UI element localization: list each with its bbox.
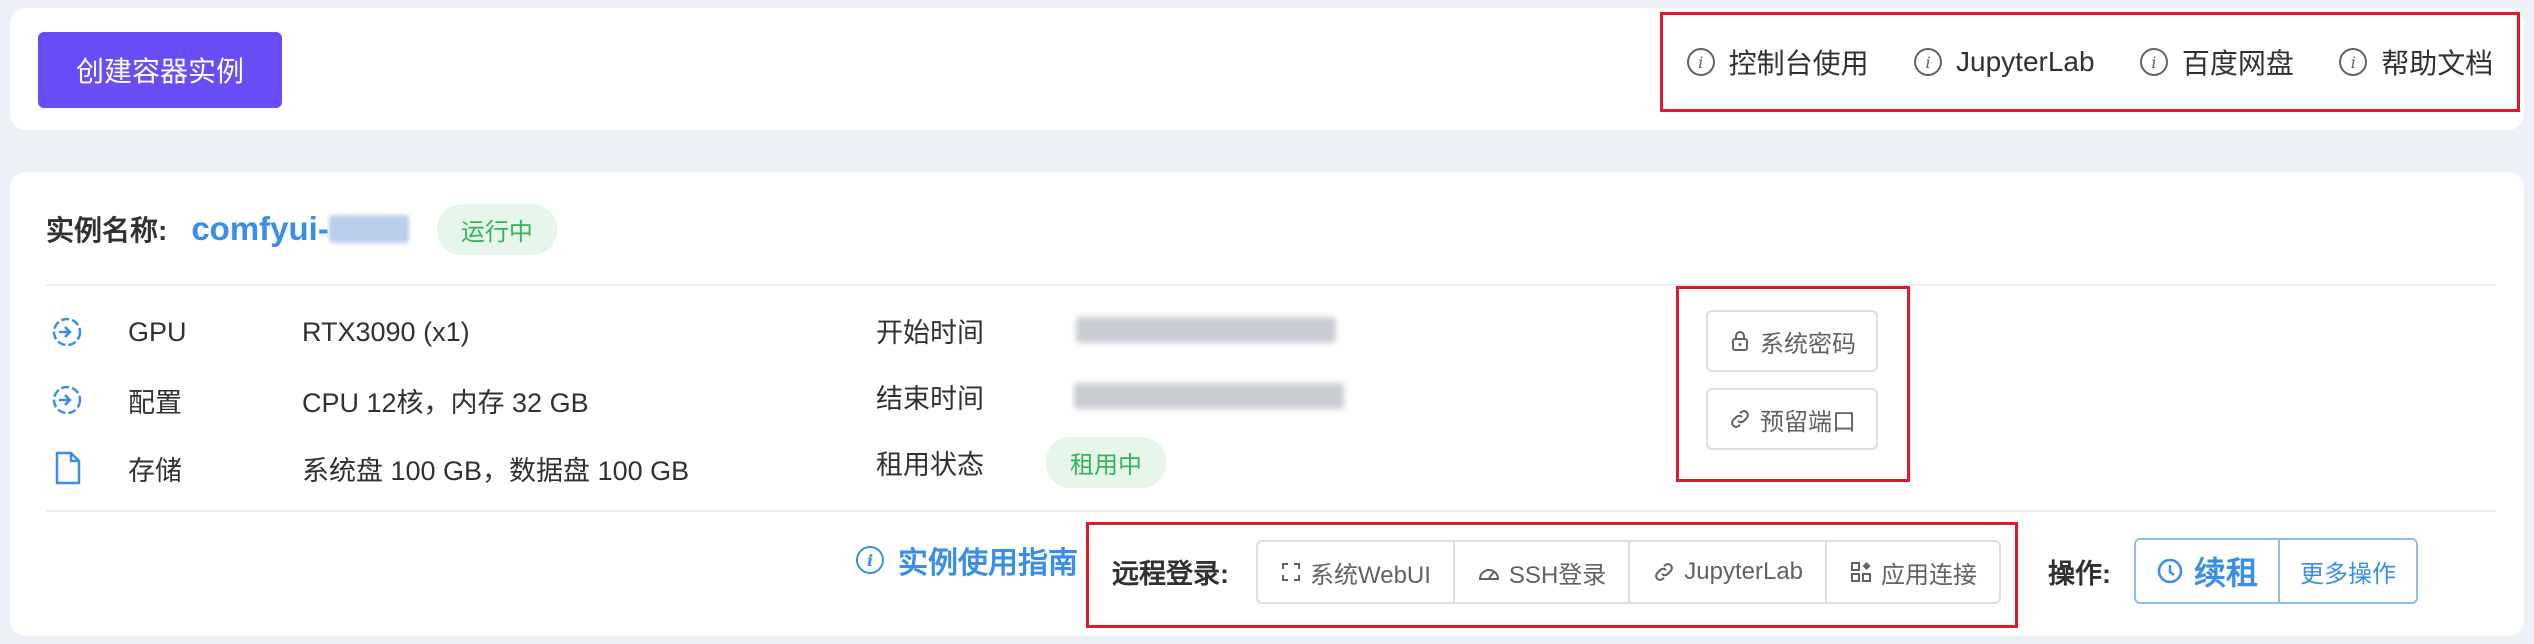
instance-name-link[interactable]: comfyui- <box>191 210 329 248</box>
operations-label: 操作: <box>2048 559 2111 589</box>
spec-label: GPU <box>128 316 187 347</box>
info-icon: i <box>1686 48 1715 76</box>
instance-name-label: 实例名称: <box>46 215 168 246</box>
spec-value: CPU 12核，内存 32 GB <box>302 387 589 418</box>
create-instance-button[interactable]: 创建容器实例 <box>38 32 282 108</box>
spec-row-config: 配置 CPU 12核，内存 32 GB <box>46 379 589 421</box>
time-label: 结束时间 <box>876 383 984 414</box>
rent-status-badge: 租用中 <box>1046 436 1166 488</box>
help-link-label: 百度网盘 <box>2181 48 2294 79</box>
spec-row-storage: 存储 系统盘 100 GB，数据盘 100 GB <box>46 447 689 489</box>
status-badge: 运行中 <box>436 203 557 255</box>
end-time-row: 结束时间 <box>876 376 1344 416</box>
renew-button[interactable]: 续租 <box>2136 540 2280 602</box>
highlight-box-side-buttons <box>1676 286 1910 482</box>
help-links: i 控制台使用 i JupyterLab i 百度网盘 i 帮助文档 <box>1664 16 2516 108</box>
spec-value: 系统盘 100 GB，数据盘 100 GB <box>302 455 690 486</box>
help-link-label: 控制台使用 <box>1728 48 1869 79</box>
spec-label: 存储 <box>128 455 182 486</box>
time-label: 开始时间 <box>876 317 984 348</box>
redacted-start-time <box>1076 317 1336 343</box>
help-link-console[interactable]: i 控制台使用 <box>1686 42 1869 82</box>
help-link-label: JupyterLab <box>1956 46 2095 77</box>
redacted-end-time <box>1074 383 1344 409</box>
highlight-box-remote-login <box>1086 522 2018 628</box>
help-link-jupyterlab[interactable]: i JupyterLab <box>1914 46 2095 78</box>
time-label: 租用状态 <box>876 449 984 480</box>
spec-row-gpu: GPU RTX3090 (x1) <box>46 311 470 353</box>
help-link-baidu-netdisk[interactable]: i 百度网盘 <box>2139 42 2294 82</box>
instance-guide-link[interactable]: i 实例使用指南 <box>856 540 1078 580</box>
gpu-icon <box>46 311 88 353</box>
file-icon <box>46 447 88 489</box>
cpu-icon <box>46 379 88 421</box>
spec-value: RTX3090 (x1) <box>302 316 470 347</box>
instance-name-row: 实例名称: comfyui- 运行中 <box>46 202 557 256</box>
info-icon: i <box>856 546 884 574</box>
start-time-row: 开始时间 <box>876 310 1336 350</box>
help-link-label: 帮助文档 <box>2381 48 2494 79</box>
divider <box>46 510 2496 512</box>
instance-guide-label: 实例使用指南 <box>898 547 1078 580</box>
info-icon: i <box>2139 48 2168 76</box>
clock-icon <box>2157 558 2183 584</box>
operations-buttons: 续租 更多操作 <box>2134 538 2418 604</box>
redacted-name <box>328 215 409 243</box>
help-link-docs[interactable]: i 帮助文档 <box>2339 42 2493 82</box>
info-icon: i <box>2339 48 2368 76</box>
renew-label: 续租 <box>2193 555 2258 591</box>
divider <box>46 284 2496 286</box>
rent-status-row: 租用状态 租用中 <box>876 436 1166 488</box>
more-actions-button[interactable]: 更多操作 <box>2280 540 2416 602</box>
spec-label: 配置 <box>128 387 182 418</box>
info-icon: i <box>1914 48 1943 76</box>
